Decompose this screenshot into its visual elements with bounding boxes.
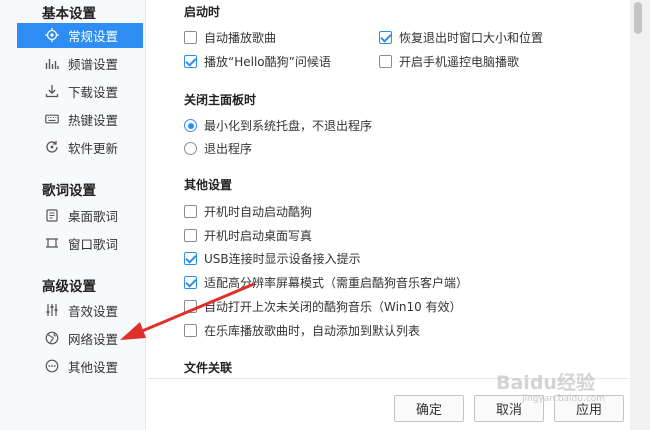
checkbox-label: 在乐库播放歌曲时，自动添加到默认列表 [204,324,421,338]
download-icon [45,85,59,98]
sidebar-item-label: 窗口歌词 [68,237,119,252]
checkbox-label: USB连接时显示设备接入提示 [204,252,361,266]
checkbox-label: 播放“Hello酷狗”问候语 [204,55,331,69]
checkbox-box[interactable] [184,229,197,242]
settings-sidebar: 基本设置 常规设置 频谱设置 下载设置 热键设置 软件更新 歌词设置 桌面歌词 … [0,0,146,430]
desktop-photo-checkbox[interactable]: 开机时启动桌面写真 [184,227,312,244]
checkbox-box[interactable] [184,324,197,337]
update-icon [46,141,58,153]
lyrics-settings-heading: 歌词设置 [42,183,96,199]
startup-section-title: 启动时 [184,5,221,19]
checkbox-box[interactable] [184,205,197,218]
sidebar-item-label: 下载设置 [68,85,119,100]
sidebar-item-label: 热键设置 [68,113,119,128]
checkbox-box[interactable] [184,31,197,44]
checkbox-box[interactable] [379,31,392,44]
advanced-settings-heading: 高级设置 [42,279,96,295]
checkbox-label: 自动播放歌曲 [204,31,277,45]
sidebar-item-label: 其他设置 [68,360,119,375]
sidebar-item-network[interactable]: 网络设置 [17,326,143,351]
sidebar-item-label: 音效设置 [68,304,119,319]
minimize-to-tray-radio[interactable]: 最小化到系统托盘，不退出程序 [184,117,372,134]
settings-content: 启动时 自动播放歌曲 恢复退出时窗口大小和位置 播放“Hello酷狗”问候语 开… [147,0,630,430]
sidebar-item-spectrum[interactable]: 频谱设置 [17,51,143,76]
file-association-section-title: 文件关联 [184,361,233,375]
target-icon [45,28,59,42]
high-dpi-checkbox[interactable]: 适配高分辨率屏幕模式（需重启酷狗音乐客户端） [184,274,468,291]
other-section-title: 其他设置 [184,178,233,192]
sidebar-item-download[interactable]: 下载设置 [17,79,143,104]
checkbox-box[interactable] [184,300,197,313]
add-to-default-list-checkbox[interactable]: 在乐库播放歌曲时，自动添加到默认列表 [184,322,420,339]
more-icon [45,359,59,373]
spectrum-icon [45,59,59,69]
autoplay-checkbox[interactable]: 自动播放歌曲 [184,29,276,46]
radio-circle[interactable] [184,142,197,155]
close-panel-section-title: 关闭主面板时 [184,93,257,107]
checkbox-box[interactable] [184,252,197,265]
sidebar-item-label: 软件更新 [68,141,119,156]
window-lyrics-icon [46,238,58,248]
checkbox-box[interactable] [379,55,392,68]
keyboard-icon [45,114,59,124]
content-scrollbar[interactable] [630,0,650,430]
checkbox-label: 自动打开上次未关闭的酷狗音乐（Win10 有效） [204,300,462,314]
checkbox-label: 恢复退出时窗口大小和位置 [399,31,544,45]
autostart-checkbox[interactable]: 开机时自动启动酷狗 [184,203,312,220]
checkbox-label: 开启手机遥控电脑播歌 [399,55,520,69]
sidebar-item-label: 常规设置 [68,29,119,44]
sidebar-item-sound-effects[interactable]: 音效设置 [17,298,143,323]
baidu-watermark: Baidu经验 [496,372,595,394]
sidebar-item-label: 桌面歌词 [68,209,119,224]
greeting-checkbox[interactable]: 播放“Hello酷狗”问候语 [184,53,331,70]
exit-program-radio[interactable]: 退出程序 [184,140,252,157]
radio-label: 最小化到系统托盘，不退出程序 [204,119,373,133]
sidebar-item-desktop-lyrics[interactable]: 桌面歌词 [17,203,143,228]
sidebar-item-label: 网络设置 [68,332,119,347]
basic-settings-heading: 基本设置 [42,6,96,22]
checkbox-box[interactable] [184,55,197,68]
ok-button[interactable]: 确定 [394,395,464,422]
scrollbar-thumb[interactable] [634,2,642,34]
checkbox-box[interactable] [184,276,197,289]
sidebar-item-window-lyrics[interactable]: 窗口歌词 [17,231,143,256]
sidebar-item-update[interactable]: 软件更新 [17,135,143,160]
checkbox-label: 适配高分辨率屏幕模式（需重启酷狗音乐客户端） [204,276,469,290]
desktop-lyrics-icon [46,209,58,222]
sidebar-item-label: 频谱设置 [68,57,119,72]
sidebar-item-other[interactable]: 其他设置 [17,354,143,379]
baidu-watermark-url: jingyan.baidu.com [522,394,606,404]
checkbox-label: 开机时自动启动酷狗 [204,205,313,219]
sidebar-item-hotkeys[interactable]: 热键设置 [17,107,143,132]
radio-circle[interactable] [184,119,197,132]
usb-prompt-checkbox[interactable]: USB连接时显示设备接入提示 [184,250,361,267]
checkbox-label: 开机时启动桌面写真 [204,229,313,243]
sidebar-item-general[interactable]: 常规设置 [17,23,143,48]
reopen-last-checkbox[interactable]: 自动打开上次未关闭的酷狗音乐（Win10 有效） [184,298,462,315]
settings-window: 基本设置 常规设置 频谱设置 下载设置 热键设置 软件更新 歌词设置 桌面歌词 … [0,0,650,430]
radio-label: 退出程序 [204,142,253,156]
globe-icon [45,331,59,345]
restore-window-checkbox[interactable]: 恢复退出时窗口大小和位置 [379,29,543,46]
remote-control-checkbox[interactable]: 开启手机遥控电脑播歌 [379,53,519,70]
equalizer-icon [46,304,58,316]
